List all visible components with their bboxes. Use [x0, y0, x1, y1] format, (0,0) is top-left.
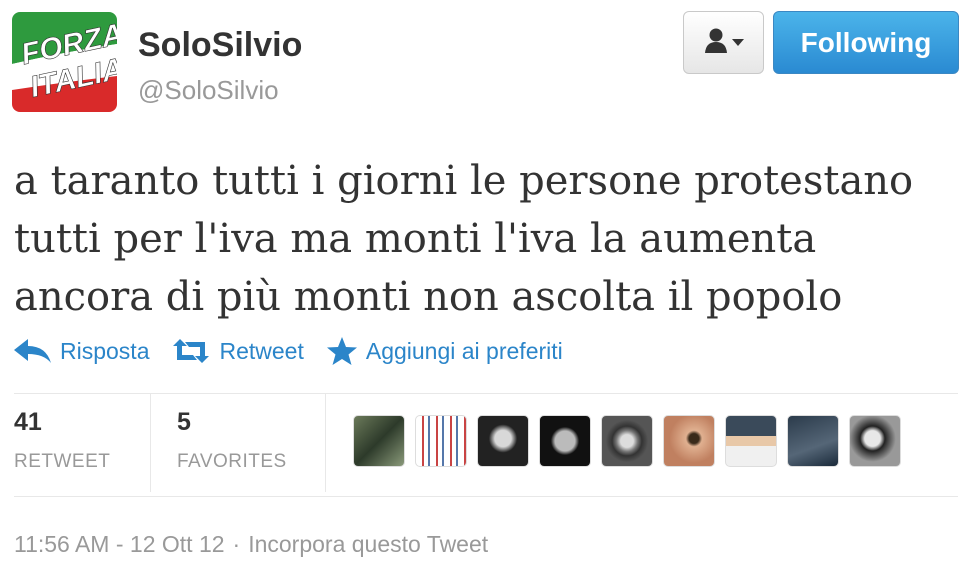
reply-label: Risposta	[60, 337, 150, 364]
favorite-count: 5	[177, 408, 191, 436]
retweet-label: Retweet	[219, 337, 304, 364]
divider	[14, 393, 958, 394]
favorite-label: Aggiungi ai preferiti	[365, 337, 563, 364]
stat-separator	[150, 394, 151, 492]
user-actions-dropdown-button[interactable]	[683, 11, 764, 74]
tweet-text: a taranto tutti i giorni le persone prot…	[14, 152, 959, 326]
timestamp[interactable]: 11:56 AM - 12 Ott 12	[14, 531, 225, 557]
favorite-count-stat[interactable]: 5 FAVORITES	[177, 408, 287, 473]
star-icon	[326, 336, 358, 366]
forza-italia-logo: FORZA ITALIA	[12, 12, 117, 112]
avatar[interactable]	[725, 415, 777, 467]
stat-separator	[325, 394, 326, 492]
avatar[interactable]	[477, 415, 529, 467]
reply-icon	[14, 338, 52, 364]
retweet-count-stat[interactable]: 41 RETWEET	[14, 408, 110, 473]
user-icon	[704, 27, 728, 58]
retweet-button[interactable]: Retweet	[171, 337, 304, 365]
avatar[interactable]	[787, 415, 839, 467]
avatar[interactable]	[415, 415, 467, 467]
tweet-text-line: tutti per l'iva ma monti l'iva la aument…	[14, 216, 817, 262]
avatar[interactable]	[353, 415, 405, 467]
retweeter-avatars	[353, 415, 901, 467]
tweet-text-line: a taranto tutti i giorni le persone prot…	[14, 158, 914, 204]
display-name[interactable]: SoloSilvio	[138, 26, 302, 65]
chevron-down-icon	[731, 34, 744, 52]
reply-button[interactable]: Risposta	[14, 338, 149, 365]
user-handle[interactable]: @SoloSilvio	[138, 75, 279, 106]
retweet-icon	[171, 338, 211, 364]
avatar[interactable]	[663, 415, 715, 467]
avatar[interactable]	[601, 415, 653, 467]
avatar[interactable]	[539, 415, 591, 467]
footer-separator: ·	[232, 531, 241, 557]
divider	[14, 496, 958, 497]
retweet-count: 41	[14, 408, 42, 436]
following-button[interactable]: Following	[773, 11, 959, 74]
favorite-button[interactable]: Aggiungi ai preferiti	[326, 336, 563, 366]
avatar[interactable]: FORZA ITALIA	[12, 12, 117, 112]
favorite-count-label: FAVORITES	[177, 451, 287, 472]
embed-tweet-link[interactable]: Incorpora questo Tweet	[248, 531, 488, 557]
tweet-actions: Risposta Retweet Aggiungi ai preferiti	[14, 334, 585, 368]
tweet-footer: 11:56 AM - 12 Ott 12 · Incorpora questo Tw…	[14, 531, 488, 558]
retweet-count-label: RETWEET	[14, 451, 111, 472]
avatar[interactable]	[849, 415, 901, 467]
tweet-text-line: ancora di più monti non ascolta il popol…	[14, 274, 843, 320]
